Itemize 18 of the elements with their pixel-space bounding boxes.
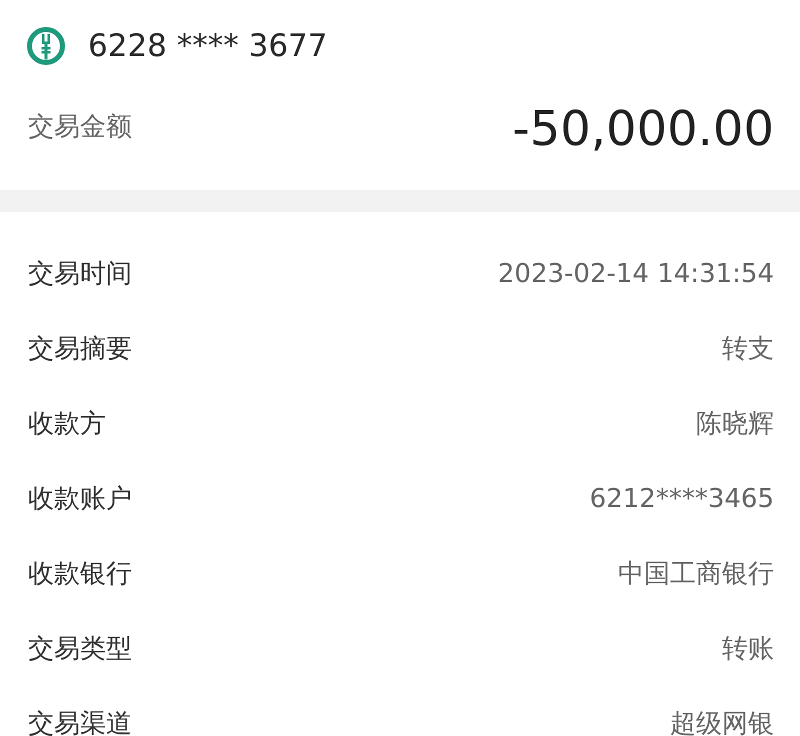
- detail-value: 中国工商银行: [618, 558, 774, 591]
- detail-value: 陈晓辉: [696, 408, 774, 441]
- detail-label: 交易渠道: [28, 708, 132, 736]
- detail-value: 2023-02-14 14:31:54: [498, 258, 774, 288]
- card-number: 6228 **** 3677: [88, 28, 328, 64]
- detail-label: 收款账户: [28, 483, 132, 516]
- amount-value: -50,000.00: [512, 101, 774, 157]
- detail-label: 交易摘要: [28, 333, 132, 366]
- detail-value: 转账: [722, 633, 774, 666]
- detail-value: 转支: [722, 333, 774, 366]
- detail-label: 收款方: [28, 408, 106, 441]
- bank-logo-icon: [26, 26, 66, 66]
- detail-label: 交易类型: [28, 633, 132, 666]
- detail-value: 超级网银: [670, 708, 774, 736]
- amount-label: 交易金额: [28, 110, 132, 144]
- detail-value: 6212****3465: [590, 484, 774, 514]
- detail-label: 收款银行: [28, 558, 132, 591]
- detail-label: 交易时间: [28, 258, 132, 291]
